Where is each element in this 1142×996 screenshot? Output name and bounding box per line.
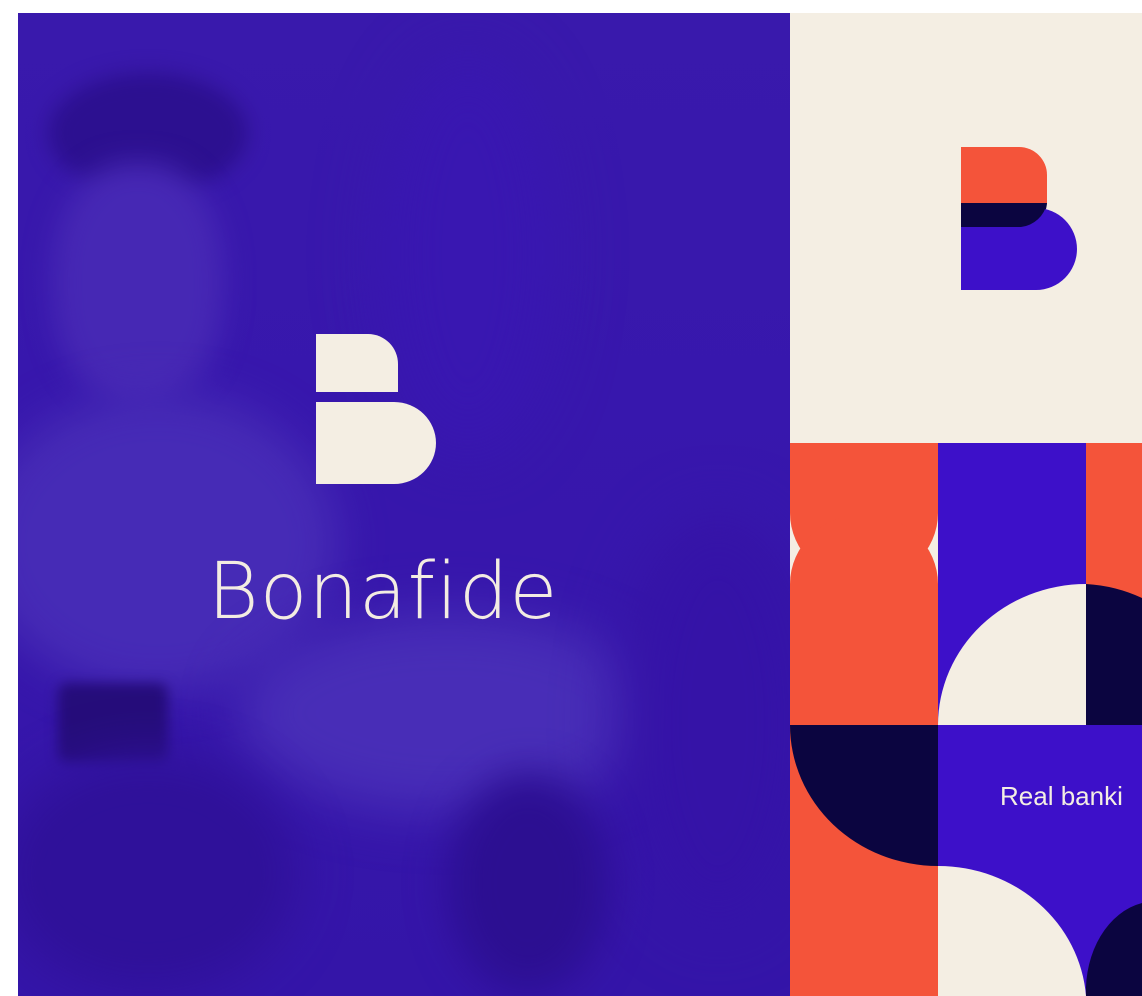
brand-identity-panel: Real banki xyxy=(790,13,1142,996)
brand-tagline: Real banki xyxy=(1000,781,1123,811)
photo-tint-overlay xyxy=(18,13,790,996)
bonafide-b-logo-icon xyxy=(316,334,436,484)
brand-showcase: Bonafide Real banki xyxy=(18,13,1142,996)
photo-panel: Bonafide xyxy=(18,13,790,996)
bonafide-b-logo-icon xyxy=(961,147,1077,290)
geometric-pattern xyxy=(790,443,1142,996)
brand-wordmark: Bonafide xyxy=(207,547,559,637)
